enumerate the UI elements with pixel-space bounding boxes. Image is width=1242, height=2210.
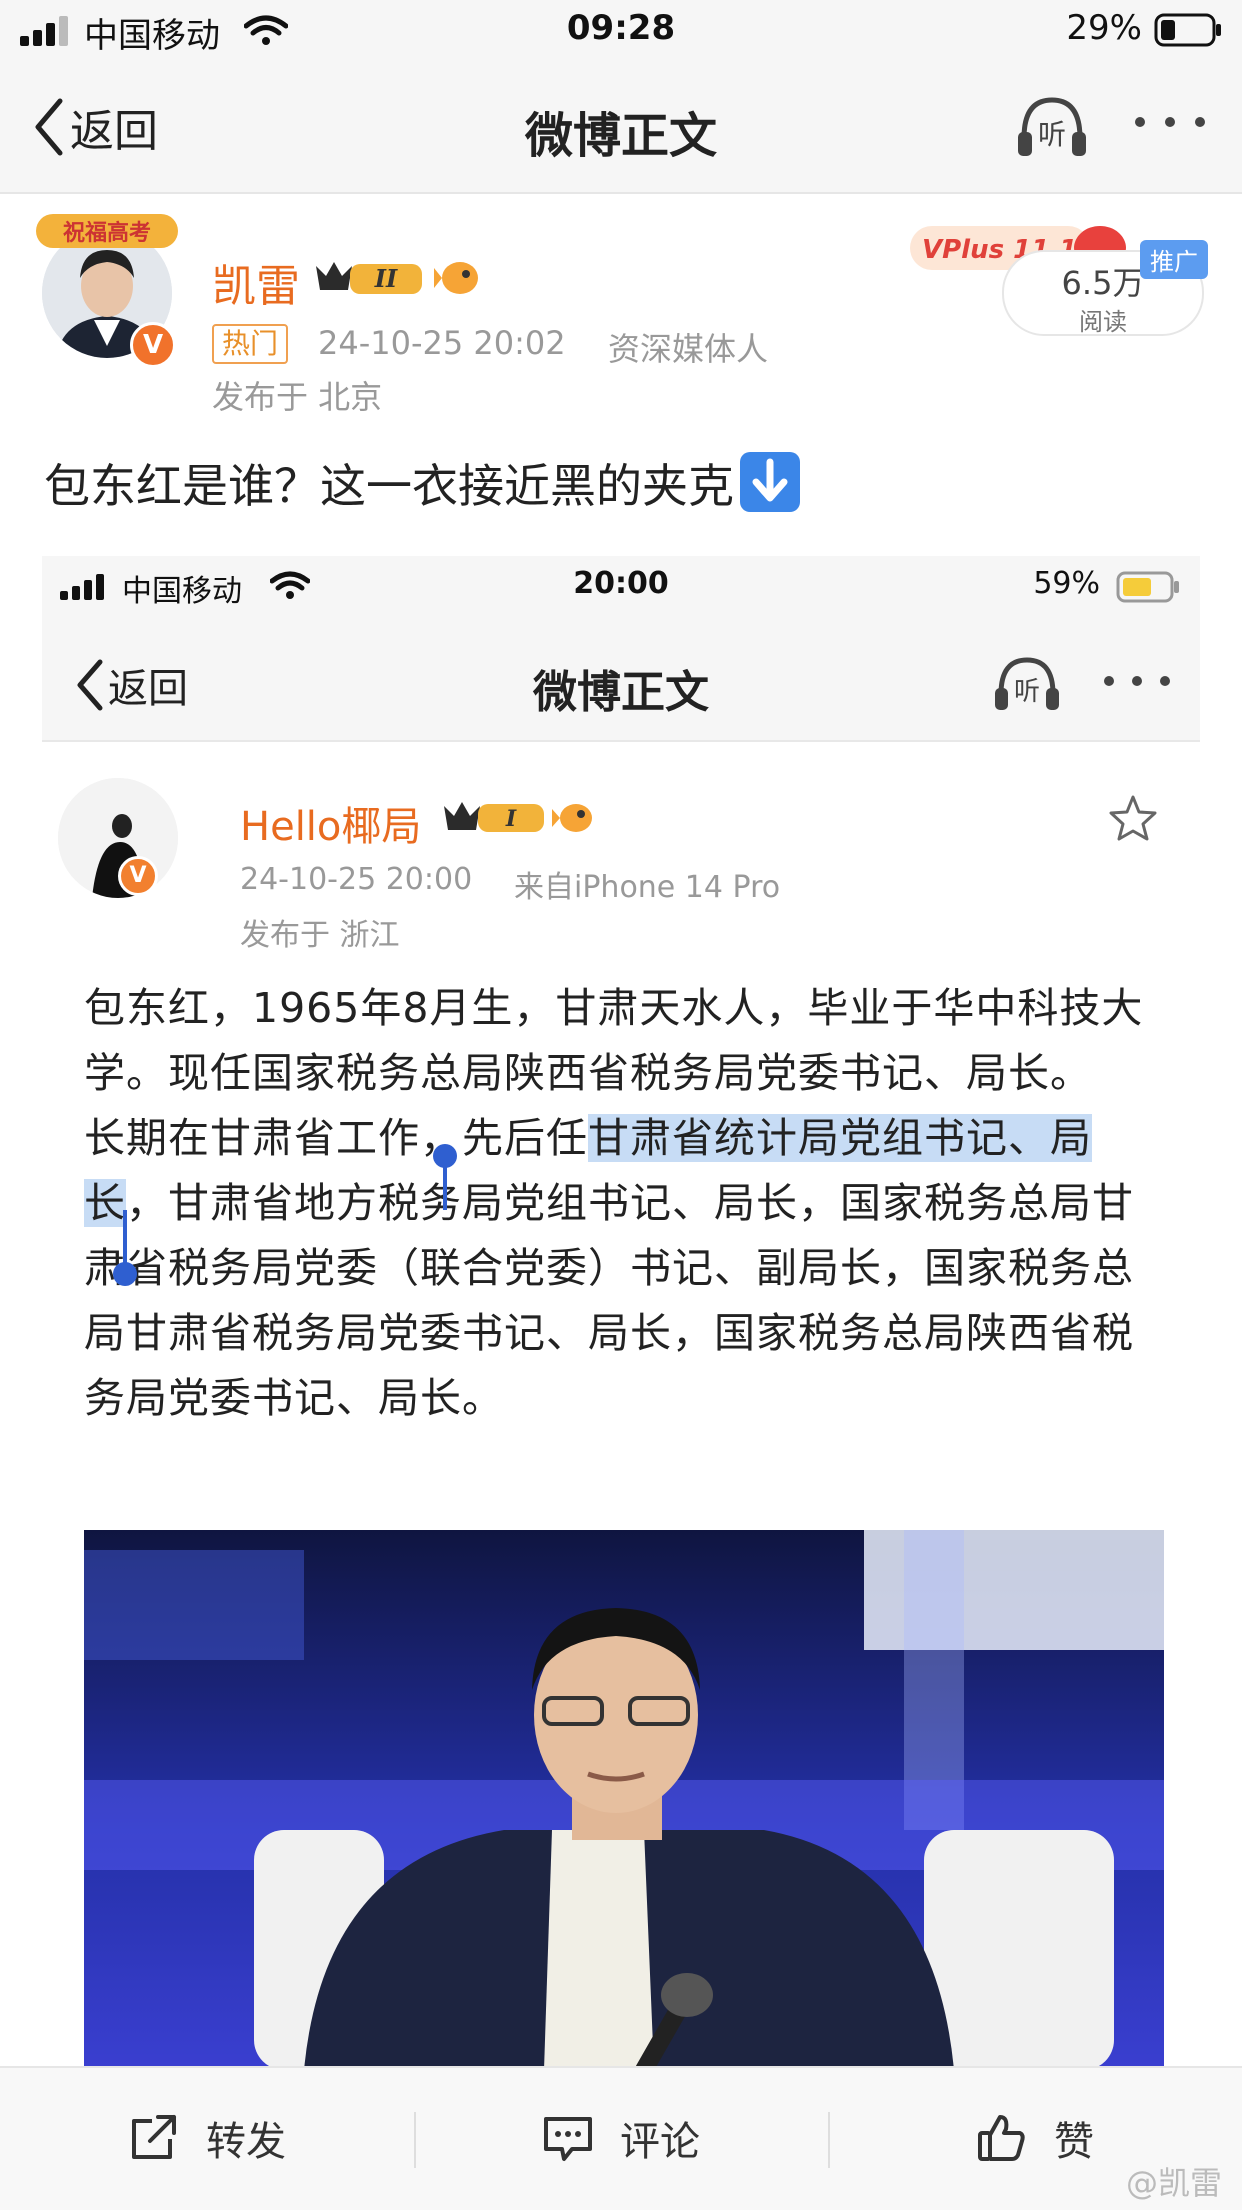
avatar-frame: 祝福高考 <box>36 214 178 248</box>
inner-paragraph-2: 长期在甘肃省工作，先后任甘肃省统计局党组书记、局长，甘肃省地方税务局党组书记、局… <box>84 1106 1164 1431</box>
post-location: 发布于 北京 <box>212 378 383 416</box>
inner-author-name: Hello椰局 <box>240 804 422 850</box>
inner-battery-icon <box>1116 571 1179 603</box>
inner-paragraph-1: 包东红，1965年8月生，甘肃天水人，毕业于华中科技大学。现任国家税务总局陕西省… <box>84 984 1144 1097</box>
thumbs-up-icon <box>978 2115 1025 2161</box>
inner-post-source: 来自iPhone 14 Pro <box>514 870 781 905</box>
inner-more-icon <box>1104 676 1170 686</box>
promo-tag: 推广 <box>1140 240 1208 279</box>
svg-text:I: I <box>505 806 517 832</box>
nav-bar: 返回 微博正文 听 <box>0 62 1242 194</box>
share-icon <box>132 2115 176 2159</box>
svg-text:听: 听 <box>1014 677 1040 707</box>
inner-nav-bar: 返回 微博正文 听 <box>42 620 1200 742</box>
repost-label: 转发 <box>206 2119 286 2165</box>
listen-button[interactable]: 听 <box>1014 94 1090 164</box>
inner-post-time: 24-10-25 20:00 <box>240 862 473 897</box>
verified-badge: V <box>130 322 176 368</box>
inner-fish-icon <box>552 804 592 832</box>
inner-paragraph-2-a: 长期在甘肃省工作，先后任 <box>84 1114 588 1162</box>
man-speaking-photo <box>84 1530 1164 2066</box>
more-icon <box>1135 117 1205 127</box>
listen-label: 听 <box>1038 118 1066 151</box>
like-label: 赞 <box>1054 2119 1094 2165</box>
news-photo <box>84 1530 1164 2066</box>
inner-listen-button: 听 <box>992 654 1062 718</box>
author-source: 资深媒体人 <box>608 330 769 368</box>
star-icon <box>1109 795 1157 841</box>
inner-post-location: 发布于 浙江 <box>240 918 400 953</box>
inner-more-button <box>1102 672 1172 694</box>
repost-button[interactable]: 转发 <box>128 2108 286 2168</box>
status-bar: 中国移动 09:28 29% <box>0 0 1242 62</box>
svg-text:祝福高考: 祝福高考 <box>63 220 151 246</box>
inner-post-body: 包东红，1965年8月生，甘肃天水人，毕业于华中科技大学。现任国家税务总局陕西省… <box>84 976 1164 1431</box>
comment-button[interactable]: 评论 <box>542 2108 700 2168</box>
post-text: 包东红是谁？这一衣接近黑的夹克 <box>44 450 800 516</box>
post-text-body: 包东红是谁？这一衣接近黑的夹克 <box>44 459 734 513</box>
more-button[interactable] <box>1132 112 1208 136</box>
battery-icon <box>1154 13 1221 47</box>
author-name[interactable]: 凯雷 <box>212 250 300 314</box>
clock: 09:28 <box>566 8 676 48</box>
author-avatar[interactable]: 祝福高考 V <box>36 214 178 368</box>
selection-end-handle <box>113 1210 137 1286</box>
read-label: 阅读 <box>1079 308 1127 336</box>
watermark: @凯雷 <box>1125 2164 1222 2202</box>
bottom-action-bar: 转发 评论 赞 <box>0 2066 1242 2210</box>
divider <box>828 2112 830 2168</box>
like-button[interactable]: 赞 <box>976 2108 1094 2168</box>
selection-start-handle <box>433 1144 457 1210</box>
headphones-icon: 听 <box>1018 97 1086 156</box>
divider <box>414 2112 416 2168</box>
inner-member-level-badge: I <box>444 802 544 832</box>
inner-status-bar: 中国移动 20:00 59% <box>42 556 1200 620</box>
down-arrow-emoji-icon <box>740 452 800 512</box>
embedded-screenshot: 中国移动 20:00 59% 返回 微博正文 听 V Hello椰局 I 24-… <box>42 556 1200 2066</box>
battery-percent: 29% <box>1066 8 1142 48</box>
inner-battery-percent: 59% <box>1033 566 1100 601</box>
comment-icon <box>544 2117 592 2161</box>
inner-paragraph-2-b: ，甘肃省地方税务局党组书记、局长，国家税务总局甘肃省税务局党委（联合党委）书记、… <box>84 1179 1134 1422</box>
comment-label: 评论 <box>620 2119 700 2165</box>
hot-tag: 热门 <box>212 324 289 364</box>
svg-text:II: II <box>374 264 398 293</box>
fish-icon <box>434 262 478 294</box>
inner-clock: 20:00 <box>573 566 669 601</box>
post-time: 24-10-25 20:02 <box>318 324 566 362</box>
inner-verified-badge: V <box>118 856 158 896</box>
inner-headphones-icon: 听 <box>995 657 1059 710</box>
member-level-badge: II <box>316 262 422 294</box>
